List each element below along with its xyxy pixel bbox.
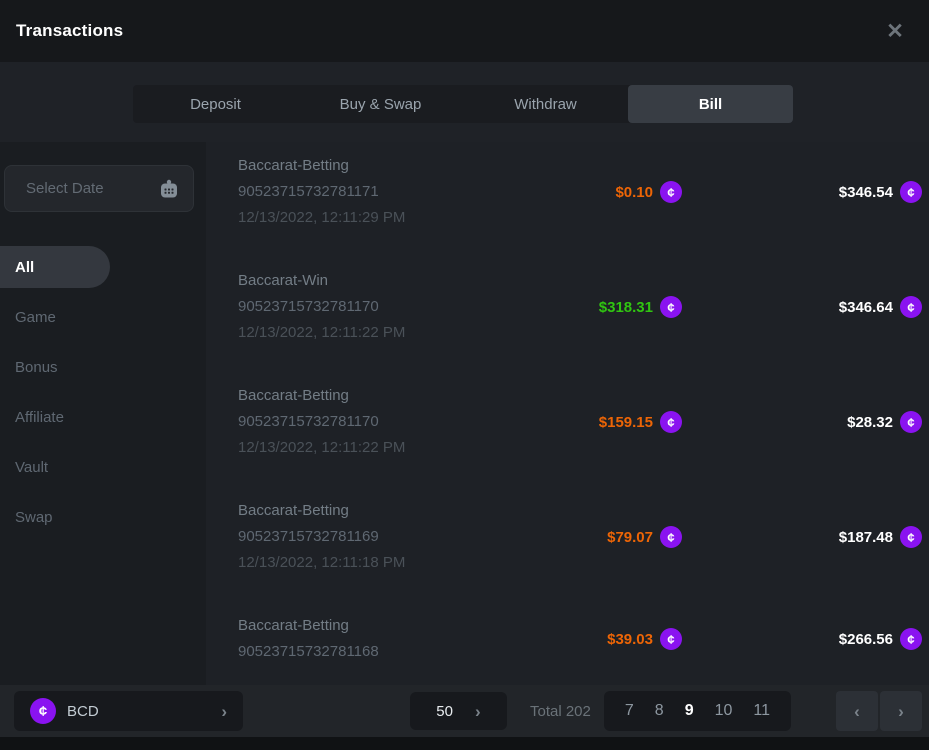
- table-row: Baccarat-Win 90523715732781170 12/13/202…: [238, 268, 929, 346]
- bcd-coin-icon: ¢: [660, 411, 682, 433]
- tab-bar: Deposit Buy & Swap Withdraw Bill: [133, 85, 793, 123]
- transactions-modal: Transactions ✕ Deposit Buy & Swap Withdr…: [0, 0, 929, 750]
- select-date-placeholder: Select Date: [26, 180, 104, 197]
- pagination-nav: ‹ ›: [836, 691, 922, 731]
- page-size-selector[interactable]: 50 ›: [410, 692, 507, 730]
- tx-name: Baccarat-Betting: [238, 153, 530, 179]
- chevron-right-icon: ›: [221, 703, 227, 720]
- currency-selector[interactable]: ¢ BCD ›: [14, 691, 243, 731]
- currency-label: BCD: [67, 703, 99, 720]
- footer-bar: ¢ BCD › 50 › Total 202 7 8 9 10 11 ‹ ›: [0, 685, 929, 737]
- tabs-section: Deposit Buy & Swap Withdraw Bill: [0, 62, 929, 142]
- close-icon[interactable]: ✕: [881, 17, 909, 45]
- modal-header: Transactions ✕: [0, 0, 929, 62]
- filter-affiliate[interactable]: Affiliate: [0, 396, 206, 438]
- tx-id: 90523715732781170: [238, 294, 530, 320]
- bcd-coin-icon: ¢: [660, 296, 682, 318]
- chevron-right-icon: ›: [475, 703, 481, 720]
- tx-amount: $0.10: [615, 184, 653, 201]
- tx-name: Baccarat-Betting: [238, 498, 530, 524]
- tx-balance: $187.48: [839, 529, 893, 546]
- modal-body: Select Date All Game B: [0, 142, 929, 685]
- bcd-coin-icon: ¢: [900, 526, 922, 548]
- tx-balance: $346.64: [839, 299, 893, 316]
- bcd-coin-icon: ¢: [30, 698, 56, 724]
- page-11[interactable]: 11: [753, 702, 770, 720]
- table-row: Baccarat-Betting 90523715732781171 12/13…: [238, 153, 929, 231]
- tx-amount: $159.15: [599, 414, 653, 431]
- filter-swap[interactable]: Swap: [0, 496, 206, 538]
- next-page-button[interactable]: ›: [880, 691, 922, 731]
- bcd-coin-icon: ¢: [660, 628, 682, 650]
- page-size-value: 50: [436, 703, 453, 720]
- tx-name: Baccarat-Win: [238, 268, 530, 294]
- chevron-right-icon: ›: [898, 703, 904, 720]
- bcd-coin-icon: ¢: [900, 181, 922, 203]
- tx-balance: $266.56: [839, 631, 893, 648]
- calendar-icon: [159, 179, 179, 199]
- sidebar: Select Date All Game B: [0, 142, 206, 685]
- tab-withdraw[interactable]: Withdraw: [463, 85, 628, 123]
- bcd-coin-icon: ¢: [900, 628, 922, 650]
- tx-date: 12/13/2022, 12:11:22 PM: [238, 320, 530, 346]
- bcd-coin-icon: ¢: [660, 181, 682, 203]
- tx-date: 12/13/2022, 12:11:18 PM: [238, 550, 530, 576]
- prev-page-button[interactable]: ‹: [836, 691, 878, 731]
- filter-game[interactable]: Game: [0, 296, 206, 338]
- filter-vault[interactable]: Vault: [0, 446, 206, 488]
- table-row: Baccarat-Betting 90523715732781169 12/13…: [238, 498, 929, 576]
- tab-deposit[interactable]: Deposit: [133, 85, 298, 123]
- tx-date: 12/13/2022, 12:11:22 PM: [238, 435, 530, 461]
- tab-bill[interactable]: Bill: [628, 85, 793, 123]
- filter-list: All Game Bonus Affiliate Vault Swap: [0, 246, 206, 538]
- tab-buy-swap[interactable]: Buy & Swap: [298, 85, 463, 123]
- tx-id: 90523715732781171: [238, 179, 530, 205]
- bcd-coin-icon: ¢: [900, 411, 922, 433]
- table-row: Baccarat-Betting 90523715732781168 $39.0…: [238, 613, 929, 665]
- page-title: Transactions: [16, 21, 123, 41]
- tx-amount: $79.07: [607, 529, 653, 546]
- tx-id: 90523715732781170: [238, 409, 530, 435]
- tx-id: 90523715732781169: [238, 524, 530, 550]
- tx-amount: $39.03: [607, 631, 653, 648]
- transaction-list: Baccarat-Betting 90523715732781171 12/13…: [206, 142, 929, 685]
- page-8[interactable]: 8: [655, 702, 664, 720]
- tx-id: 90523715732781168: [238, 639, 530, 665]
- chevron-left-icon: ‹: [854, 703, 860, 720]
- total-count: Total 202: [530, 703, 591, 720]
- page-9-current[interactable]: 9: [685, 702, 694, 720]
- modal-bottom-edge: [0, 737, 929, 750]
- tx-balance: $28.32: [847, 414, 893, 431]
- tx-name: Baccarat-Betting: [238, 613, 530, 639]
- tx-name: Baccarat-Betting: [238, 383, 530, 409]
- tx-balance: $346.54: [839, 184, 893, 201]
- tx-amount: $318.31: [599, 299, 653, 316]
- page-10[interactable]: 10: [715, 702, 733, 720]
- tx-date: 12/13/2022, 12:11:29 PM: [238, 205, 530, 231]
- pagination: 7 8 9 10 11: [604, 691, 791, 731]
- bcd-coin-icon: ¢: [900, 296, 922, 318]
- select-date-input[interactable]: Select Date: [4, 165, 194, 212]
- page-7[interactable]: 7: [625, 702, 634, 720]
- table-row: Baccarat-Betting 90523715732781170 12/13…: [238, 383, 929, 461]
- filter-all[interactable]: All: [0, 246, 110, 288]
- filter-bonus[interactable]: Bonus: [0, 346, 206, 388]
- bcd-coin-icon: ¢: [660, 526, 682, 548]
